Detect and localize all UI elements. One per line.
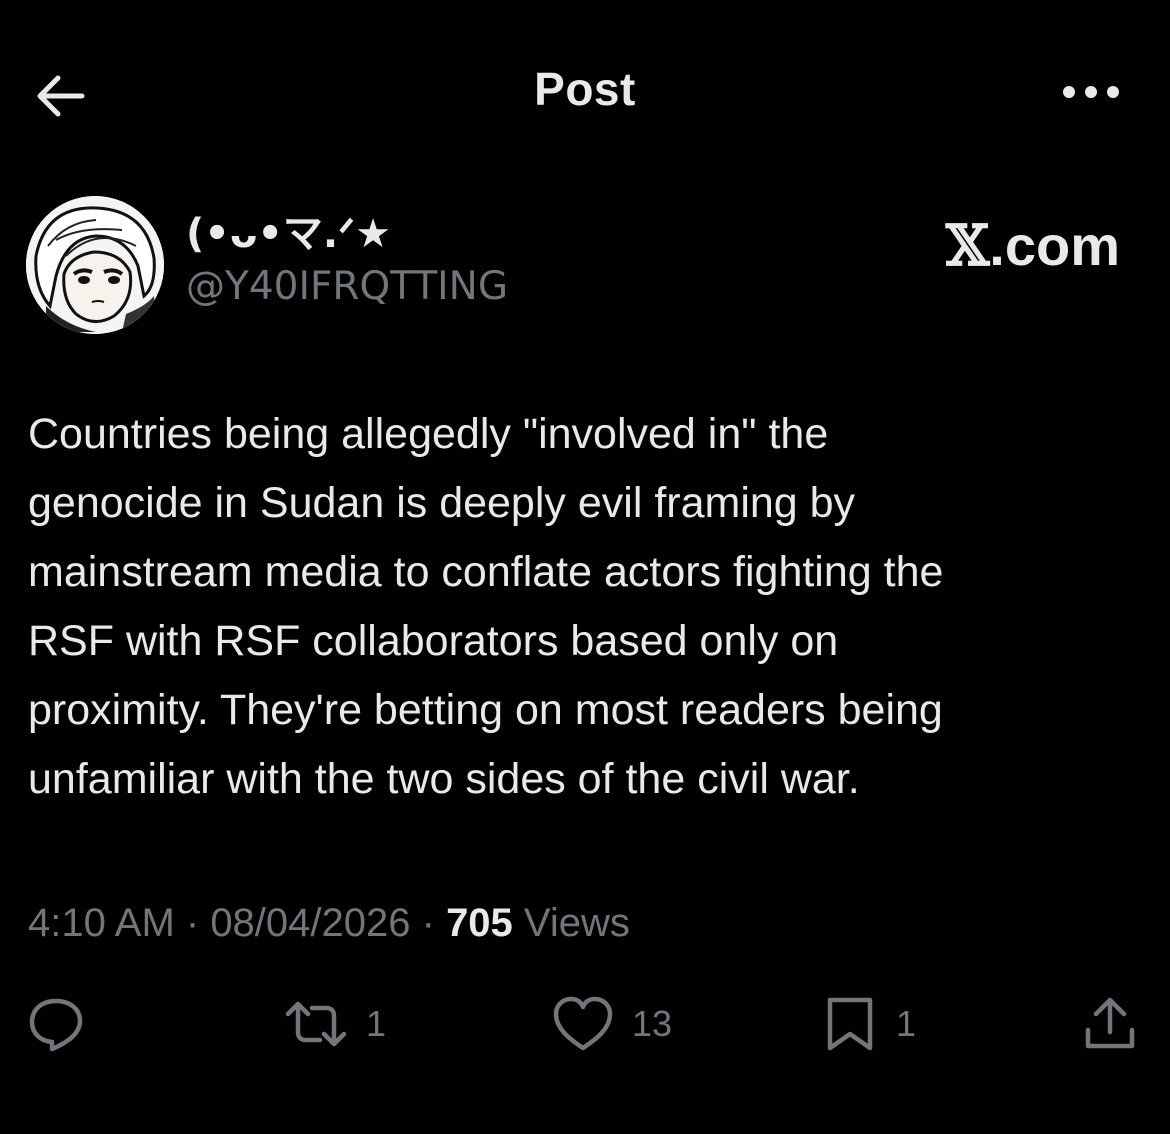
repost-button[interactable]: 1 (282, 992, 386, 1056)
repost-count: 1 (366, 1003, 387, 1044)
post-meta: 4:10 AM · 08/04/2026 · 705 Views (28, 895, 630, 951)
reply-button[interactable] (24, 992, 88, 1056)
display-name[interactable]: (•ᴗ•マ.ᐟ★ (186, 208, 391, 260)
post-date[interactable]: 08/04/2026 (210, 901, 410, 945)
post-time[interactable]: 4:10 AM (28, 901, 175, 945)
user-handle[interactable]: @Y40IFRQTTING (186, 262, 508, 312)
more-horizontal-icon (1061, 82, 1121, 102)
views-count[interactable]: 705 (446, 901, 513, 945)
meta-separator: · (410, 901, 447, 945)
watermark-domain: .com (989, 214, 1120, 277)
avatar[interactable] (26, 196, 164, 334)
reply-icon (24, 992, 88, 1056)
repost-icon (282, 992, 350, 1056)
more-options-button[interactable] (1046, 60, 1136, 124)
share-icon (1078, 992, 1142, 1056)
bookmark-button[interactable]: 1 (820, 992, 916, 1056)
like-button[interactable]: 13 (550, 992, 672, 1056)
watermark: 𝕏.com (946, 214, 1120, 278)
meta-separator: · (174, 901, 211, 945)
views-label: Views (512, 901, 630, 945)
page-title: Post (534, 63, 636, 115)
bookmark-count: 1 (896, 1003, 917, 1044)
share-button[interactable] (1078, 992, 1142, 1056)
heart-icon (550, 992, 616, 1056)
bookmark-icon (820, 992, 880, 1056)
x-logo-icon: 𝕏 (945, 213, 990, 279)
avatar-image (26, 196, 164, 334)
post-text: Countries being allegedly "involved in" … (28, 410, 944, 803)
like-count: 13 (632, 1003, 673, 1044)
